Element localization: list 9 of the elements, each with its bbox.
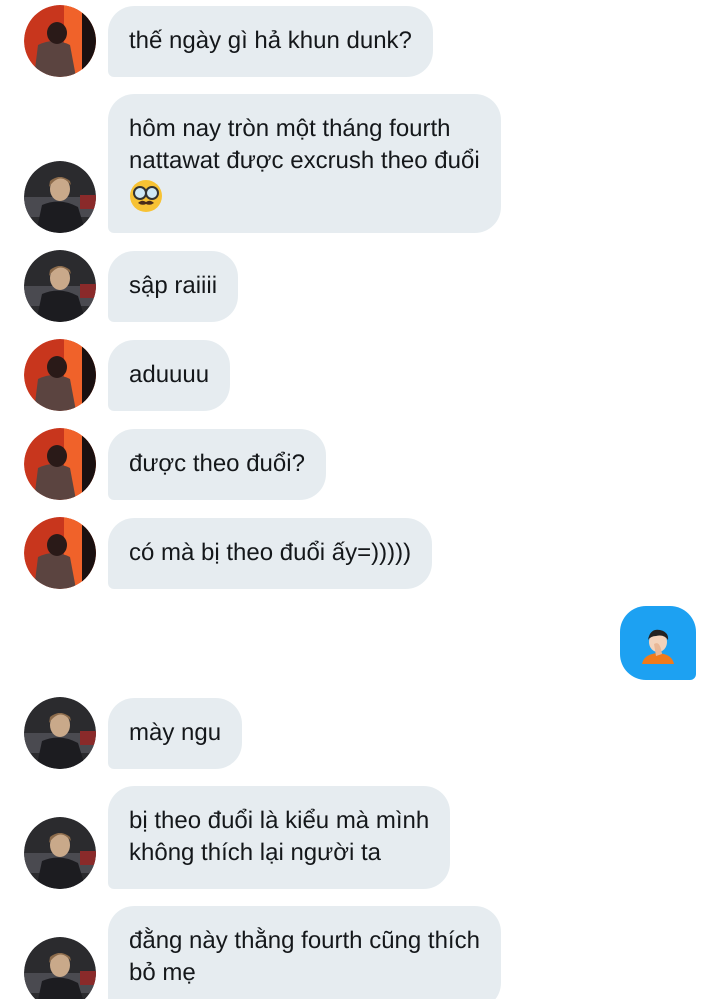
message-text: bị theo đuổi là kiểu mà mình không thích lại người ta xyxy=(129,807,430,866)
message-text: đằng này thằng fourth cũng thích bỏ mẹ xyxy=(129,927,480,986)
message-text: thế ngày gì hả khun dunk? xyxy=(129,27,412,54)
message-text: được theo đuổi? xyxy=(129,450,305,477)
message-text: sập raiiii xyxy=(129,272,218,299)
message-text: aduuuu xyxy=(129,361,210,388)
message-text: hôm nay tròn một tháng fourth nattawat được excrush theo đuổi xyxy=(129,115,480,174)
message-text: mày ngu xyxy=(129,719,222,746)
message-text: có mà bị theo đuổi ấy=))))) xyxy=(129,539,412,566)
